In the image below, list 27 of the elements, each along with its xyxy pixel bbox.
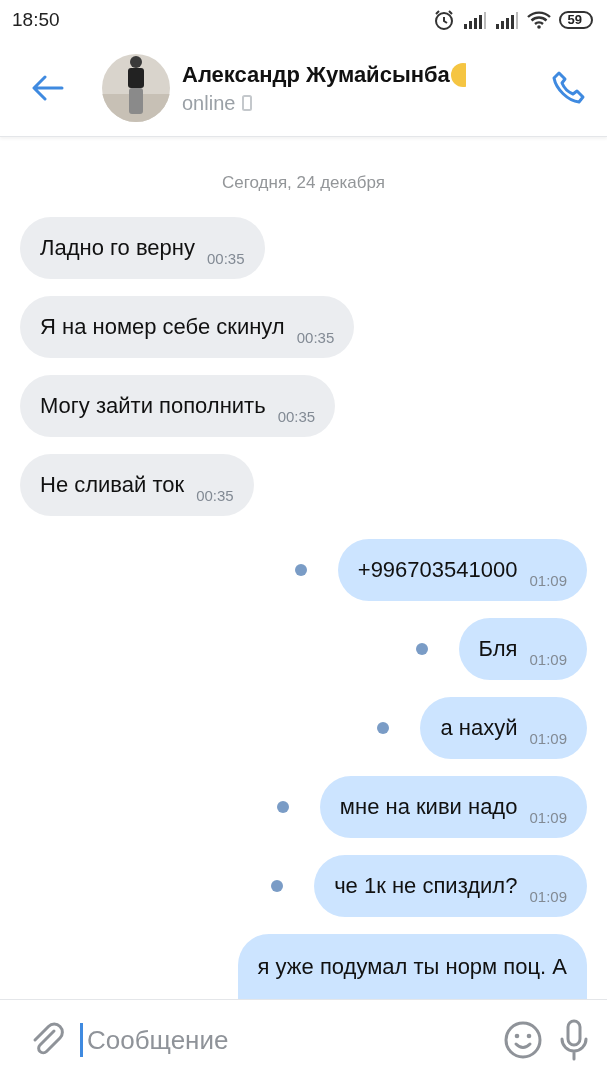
- message-bubble[interactable]: мне на киви надо 01:09: [319, 776, 587, 838]
- wifi-icon: [526, 11, 551, 29]
- battery-indicator: 59: [558, 11, 593, 29]
- back-arrow-icon[interactable]: [32, 75, 64, 101]
- message-bubble[interactable]: а нахуй 01:09: [420, 697, 587, 759]
- microphone-icon[interactable]: [559, 1019, 589, 1061]
- text-cursor: [80, 1023, 83, 1057]
- message-bubble[interactable]: +996703541000 01:09: [337, 539, 587, 601]
- emoji-icon: [449, 61, 466, 88]
- message-bubble[interactable]: Не сливай ток 00:35: [20, 454, 254, 516]
- clock-time: 18:50: [12, 9, 60, 31]
- phone-device-icon: [242, 95, 253, 111]
- call-icon[interactable]: [551, 70, 587, 106]
- contact-name: Александр Жумайсынба: [182, 61, 450, 88]
- online-status: online: [182, 91, 236, 115]
- message-bubble[interactable]: Ладно го верну 00:35: [20, 217, 265, 279]
- message-bubble[interactable]: Я на номер себе скинул 00:35: [20, 296, 355, 358]
- message-bubble[interactable]: Могу зайти пополнить 00:35: [20, 375, 336, 437]
- signal-icon: [462, 11, 487, 29]
- alarm-icon: [432, 9, 455, 31]
- signal-icon: [494, 11, 519, 29]
- message-bubble[interactable]: че 1к не спиздил? 01:09: [314, 855, 587, 917]
- date-separator: Сегодня, 24 декабря: [221, 173, 386, 193]
- smiley-icon[interactable]: [503, 1020, 543, 1060]
- message-bubble[interactable]: Бля 01:09: [458, 618, 587, 680]
- message-field[interactable]: Сообщение: [84, 1023, 487, 1057]
- message-bubble[interactable]: я уже подумал ты норм поц. А: [237, 934, 587, 999]
